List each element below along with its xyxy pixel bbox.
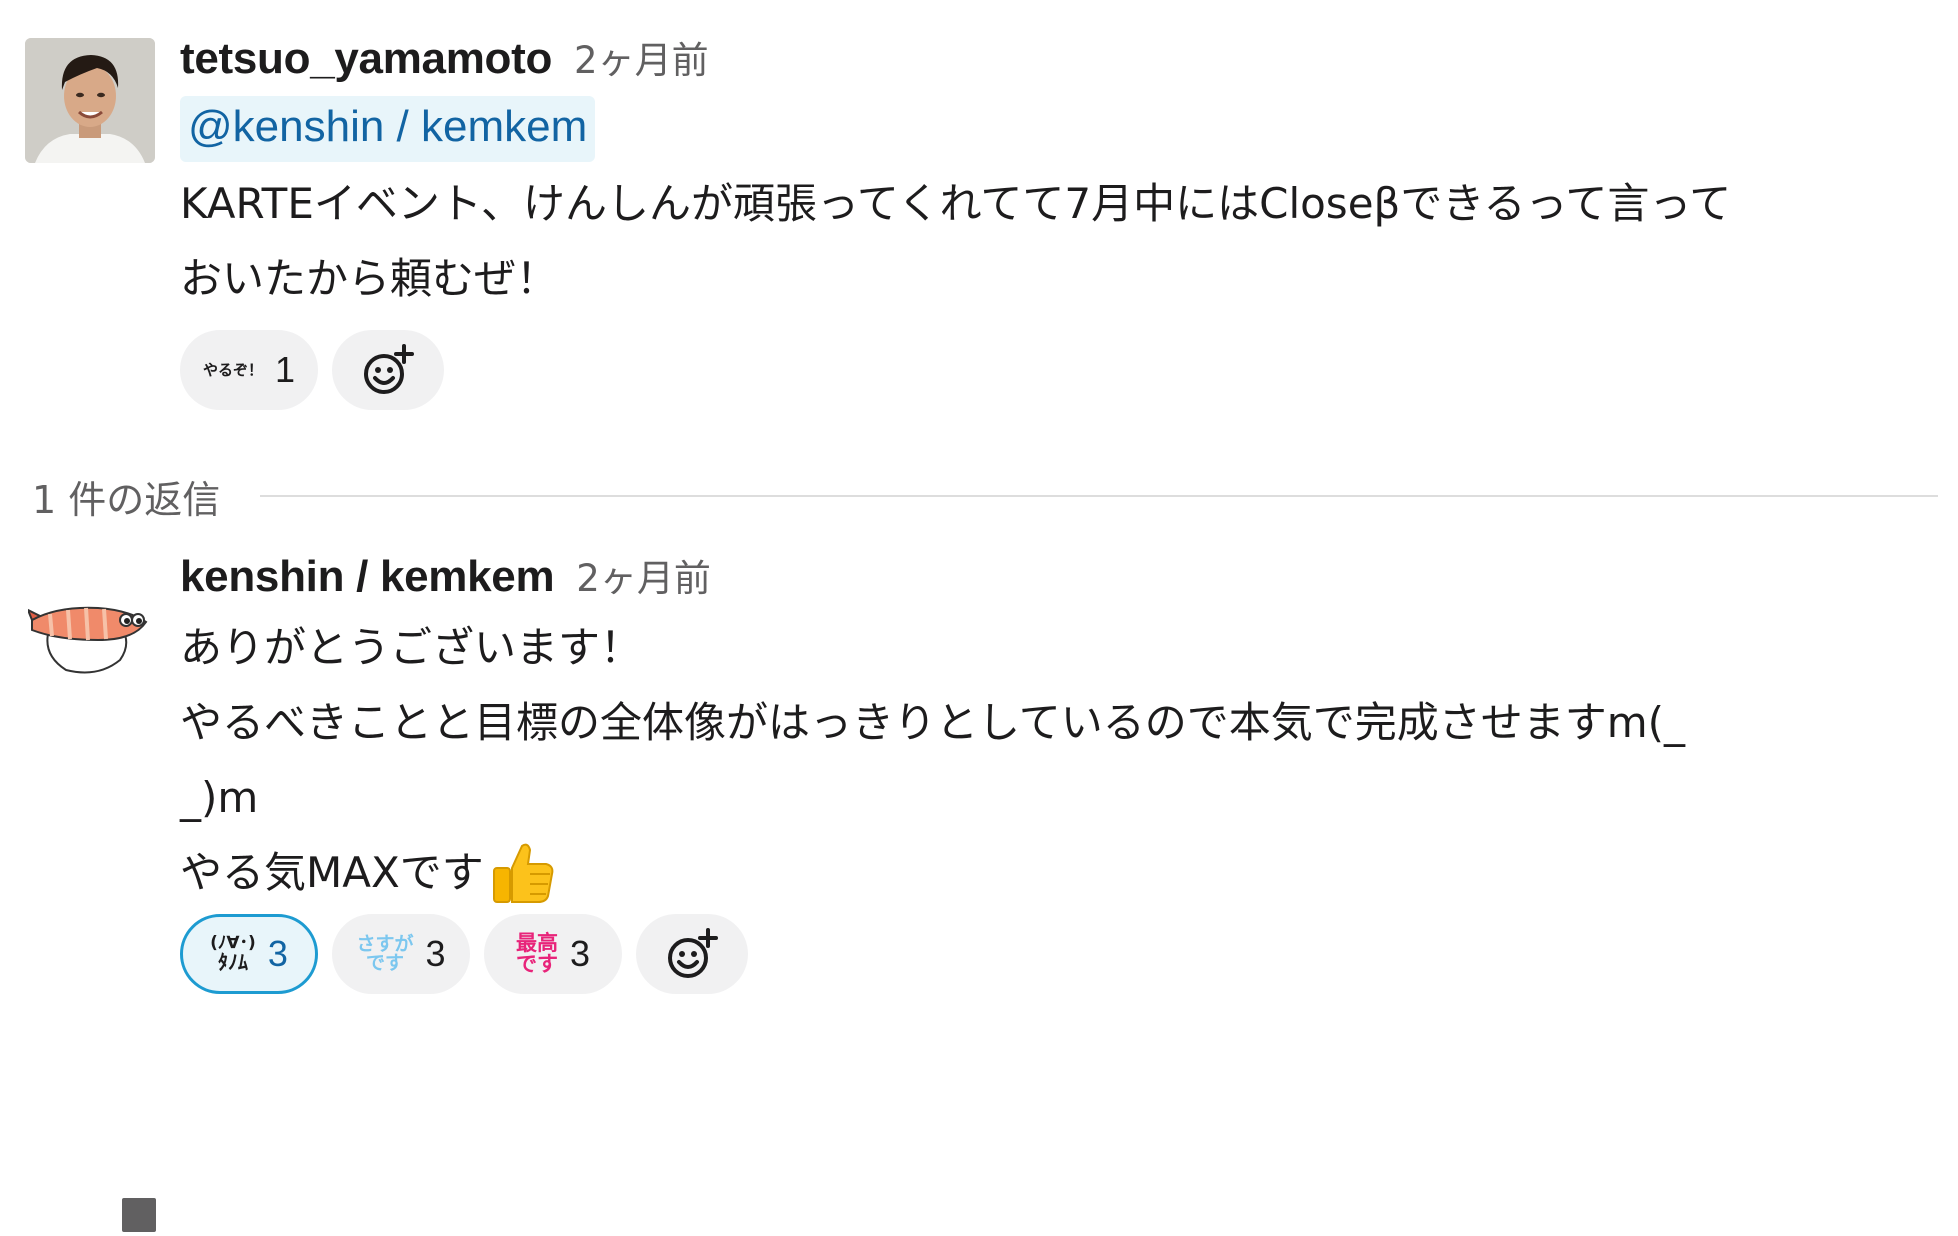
saikou-desu-emoji: 最高 です	[516, 933, 558, 975]
reaction-count: 3	[267, 933, 288, 974]
reaction-sasuga-desu[interactable]: さすが です 3	[332, 914, 470, 994]
tanomu-emoji-bottom: ﾀﾉﾑ	[217, 950, 248, 974]
username[interactable]: tetsuo_yamamoto	[180, 34, 552, 84]
tanomu-emoji: (ﾉ∀･) ﾀﾉﾑ	[210, 935, 256, 973]
reaction-saikou-desu[interactable]: 最高 です 3	[484, 914, 622, 994]
sasuga-desu-emoji: さすが です	[356, 935, 413, 973]
message-line-text: やる気MAXです	[180, 848, 484, 897]
add-reaction-icon	[668, 928, 718, 978]
reaction-tanomu[interactable]: (ﾉ∀･) ﾀﾉﾑ 3	[180, 914, 318, 994]
message-header: tetsuo_yamamoto 2ヶ月前	[180, 30, 1938, 90]
sasuga-emoji-bottom: です	[365, 952, 404, 974]
timestamp[interactable]: 2ヶ月前	[576, 548, 711, 602]
reaction-count: 3	[569, 933, 591, 974]
yaruzo-emoji: やるぞ！	[202, 360, 263, 379]
message-line: やる気MAXです	[180, 835, 1938, 910]
thread-divider: 1 件の返信	[32, 468, 1938, 524]
message-header: kenshin / kemkem 2ヶ月前	[180, 548, 1938, 608]
add-reaction-button[interactable]	[636, 914, 748, 994]
reply-count[interactable]: 1 件の返信	[32, 469, 220, 524]
reaction-yaruzo[interactable]: やるぞ！ 1	[180, 330, 318, 410]
reactions-bar: やるぞ！ 1	[180, 330, 1938, 410]
reaction-count: 1	[274, 349, 296, 390]
avatar-sushi-image	[28, 606, 148, 674]
saikou-emoji-bottom: です	[515, 952, 558, 976]
message-line: _)m	[180, 773, 259, 822]
reactions-bar: (ﾉ∀･) ﾀﾉﾑ 3 さすが です 3 最高 です 3	[180, 914, 1938, 994]
message-line: やるべきことと目標の全体像がはっきりとしているので本気で完成させますm(_	[180, 698, 1686, 747]
add-reaction-button[interactable]	[332, 330, 444, 410]
user-mention[interactable]: @kenshin / kemkem	[180, 96, 596, 162]
message-line: おいたから頼むぜ！	[180, 254, 559, 303]
message-body: KARTEイベント、けんしんが頑張ってくれてて7月中にはCloseβできるって言…	[180, 166, 1938, 316]
reaction-count: 3	[425, 933, 446, 974]
avatar-tetsuo[interactable]	[25, 38, 155, 163]
avatar-kenshin[interactable]	[28, 586, 154, 686]
message-body: ありがとうございます！ やるべきことと目標の全体像がはっきりとしているので本気で…	[180, 610, 1938, 910]
timestamp[interactable]: 2ヶ月前	[574, 30, 709, 84]
presence-status-icon	[118, 1194, 160, 1236]
avatar-photo-image	[25, 38, 155, 163]
add-reaction-icon	[364, 344, 414, 394]
divider-line	[260, 495, 1938, 497]
thumbs-up-emoji	[492, 843, 554, 903]
message-line: ありがとうございます！	[180, 623, 643, 672]
username[interactable]: kenshin / kemkem	[180, 552, 555, 602]
message-line: KARTEイベント、けんしんが頑張ってくれてて7月中にはCloseβできるって言…	[180, 179, 1732, 228]
